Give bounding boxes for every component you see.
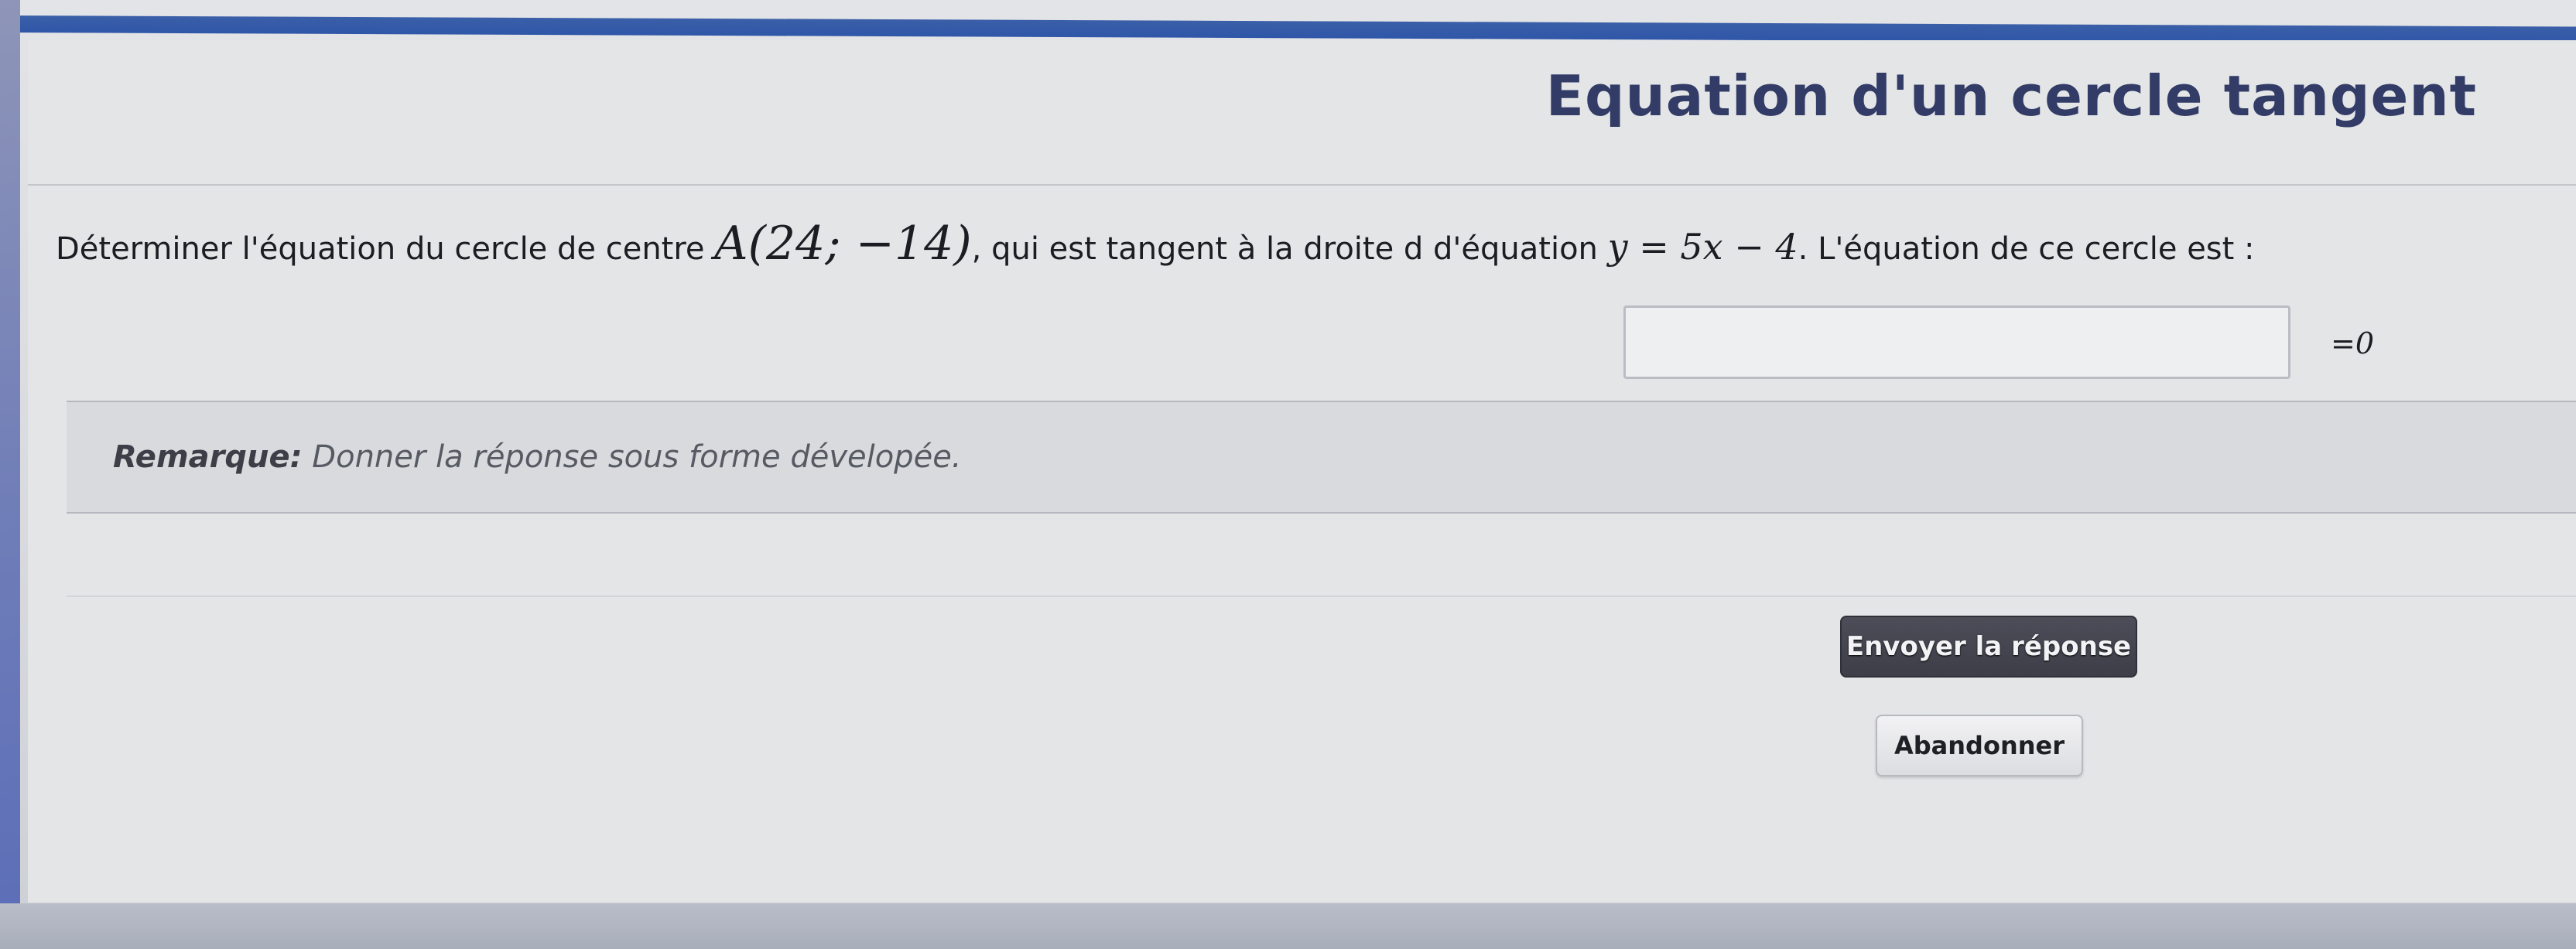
remark-label: Remarque: [113, 439, 303, 475]
question-part-1: Déterminer l'équation du cercle de centr… [56, 231, 715, 267]
title-divider [28, 184, 2576, 186]
section-divider [67, 596, 2576, 597]
answer-input[interactable] [1626, 308, 2288, 377]
remark-text: Remarque: Donner la réponse sous forme d… [113, 439, 962, 475]
question-part-2: , qui est tangent à la droite d d'équati… [971, 231, 1608, 267]
question-part-3: . L'équation de ce cercle est : [1798, 231, 2255, 267]
equals-zero-label: =0 [2331, 326, 2375, 360]
center-point-math: A(24; −14) [714, 217, 972, 271]
bottom-band [0, 903, 2576, 949]
screen-left-edge [0, 0, 20, 949]
abandon-button[interactable]: Abandonner [1876, 715, 2083, 777]
line-equation-math: y = 5x − 4 [1607, 226, 1798, 268]
remark-body: Donner la réponse sous forme dévelopée. [302, 439, 962, 475]
question-text: Déterminer l'équation du cercle de centr… [56, 217, 2563, 271]
answer-field-container[interactable] [1623, 306, 2290, 379]
send-answer-button[interactable]: Envoyer la réponse [1840, 616, 2137, 678]
page-title: Equation d'un cercle tangent [1545, 63, 2477, 128]
